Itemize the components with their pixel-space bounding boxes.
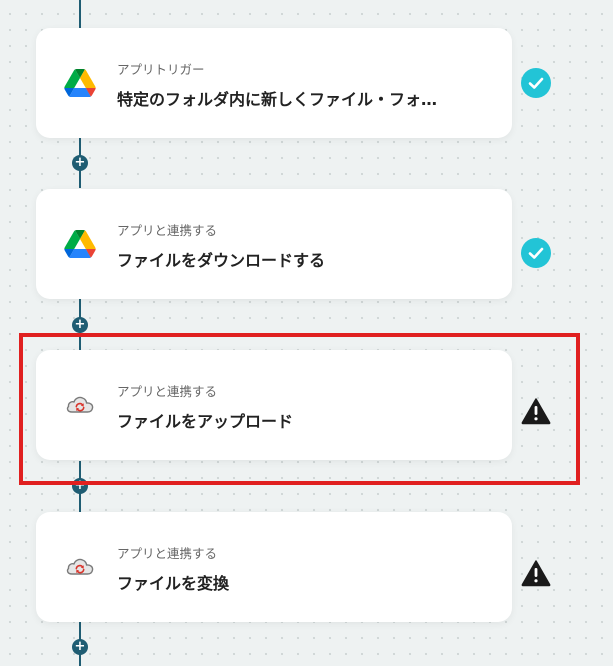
step-title: ファイルをアップロード [117, 412, 294, 431]
step-kind-label: アプリと連携する [117, 384, 218, 399]
step-title: ファイルを変換 [117, 574, 230, 593]
warning-icon [521, 397, 551, 425]
flow-step-card[interactable]: アプリと連携する ファイルを変換 [36, 512, 512, 622]
google-drive-icon [64, 230, 96, 258]
add-step-button[interactable]: + [72, 639, 88, 655]
flow-step-card[interactable]: アプリトリガー 特定のフォルダ内に新しくファイル・フォ… [36, 28, 512, 138]
step-kind-label: アプリと連携する [117, 546, 218, 561]
google-drive-icon [64, 69, 96, 97]
flow-step-card[interactable]: アプリと連携する ファイルをアップロード [36, 350, 512, 460]
step-kind-label: アプリと連携する [117, 223, 218, 238]
check-icon [521, 68, 551, 98]
check-icon [521, 238, 551, 268]
step-title: ファイルをダウンロードする [117, 251, 326, 270]
cloud-convert-icon [64, 553, 96, 581]
step-title: 特定のフォルダ内に新しくファイル・フォ… [117, 90, 438, 109]
add-step-button[interactable]: + [72, 155, 88, 171]
step-kind-label: アプリトリガー [117, 62, 205, 77]
flow-step-card[interactable]: アプリと連携する ファイルをダウンロードする [36, 189, 512, 299]
add-step-button[interactable]: + [72, 478, 88, 494]
connector-line [79, 0, 81, 28]
cloud-convert-icon [64, 391, 96, 419]
add-step-button[interactable]: + [72, 317, 88, 333]
warning-icon [521, 559, 551, 587]
